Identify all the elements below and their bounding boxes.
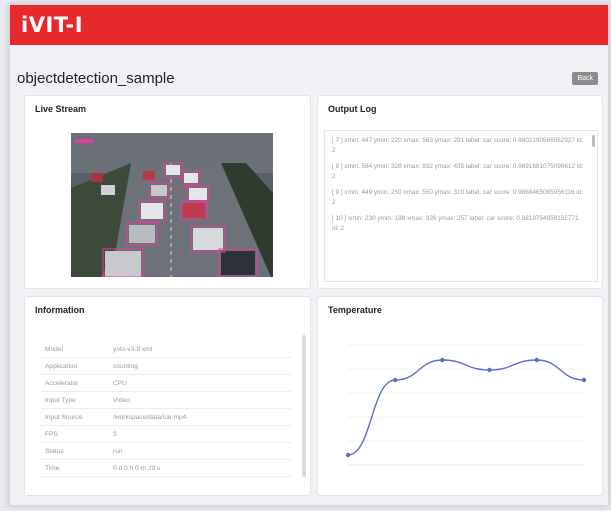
log-entry: [ 9 ] xmin: 449 ymin: 250 xmax: 550 ymax… (332, 189, 584, 206)
back-button[interactable]: Back (572, 71, 598, 85)
info-value: counting (113, 357, 291, 375)
info-value: run (113, 442, 291, 460)
info-value: yolo-v3-tf.xml (113, 341, 291, 358)
info-value: 0 d 0 h 0 m 29 s (113, 459, 291, 477)
log-scrollbar[interactable] (592, 135, 595, 147)
info-row-application: Application counting (41, 357, 291, 375)
output-log-box[interactable]: [ 7 ] xmin: 447 ymin: 220 xmax: 563 ymax… (324, 130, 598, 282)
log-entry: [ 8 ] xmin: 584 ymin: 328 xmax: 832 ymax… (332, 163, 584, 180)
live-stream-title: Live Stream (35, 104, 87, 114)
log-entry: [ 10 ] xmin: 230 ymin: 188 xmax: 326 yma… (332, 215, 579, 232)
information-table: Model yolo-v3-tf.xml Application counting … (41, 341, 291, 477)
traffic-scene (71, 133, 273, 277)
info-key: Input Source (41, 408, 113, 426)
info-row-model: Model yolo-v3-tf.xml (41, 341, 291, 358)
info-key: Model (41, 341, 113, 358)
info-key: Status (41, 442, 113, 460)
chart-data-point (440, 357, 445, 363)
chart-data-point (393, 377, 398, 383)
info-key: FPS (41, 425, 113, 443)
info-key: Time (41, 459, 113, 477)
top-bar: iVIT-I (10, 5, 608, 45)
info-row-fps: FPS 3 (41, 425, 291, 443)
video-feed (71, 133, 273, 277)
information-title: Information (35, 305, 85, 315)
info-value: 3 (113, 425, 291, 443)
temperature-title: Temperature (328, 305, 382, 315)
output-log-title: Output Log (328, 104, 377, 114)
info-row-status: Status run (41, 442, 291, 460)
temperature-card: Temperature (317, 296, 603, 496)
live-stream-card: Live Stream (24, 95, 311, 289)
app-frame: iVIT-I objectdetection_sample Back Live … (9, 4, 609, 506)
log-entry: [ 7 ] xmin: 447 ymin: 220 xmax: 563 ymax… (332, 137, 584, 154)
chart-data-point (534, 357, 539, 363)
info-row-input-source: Input Source/workspace/data/car.mp4 (41, 408, 291, 426)
info-row-input-type: Input Type Video (41, 391, 291, 409)
info-scrollbar[interactable] (302, 335, 306, 477)
page-title: objectdetection_sample (17, 69, 175, 87)
output-log-card: Output Log [ 7 ] xmin: 447 ymin: 220 xma… (317, 95, 603, 289)
information-card: Information Model yolo-v3-tf.xml Applicat… (24, 296, 311, 496)
info-row-accelerator: Accelerator CPU (41, 374, 291, 392)
info-key: Input Type (41, 391, 113, 409)
info-row-time: Time 0 d 0 h 0 m 29 s (41, 459, 291, 477)
info-value: Video (113, 391, 291, 409)
app-logo: iVIT-I (21, 13, 84, 37)
info-key: Accelerator (41, 374, 113, 392)
chart-data-point (581, 377, 587, 383)
temperature-chart (345, 344, 587, 466)
chart-data-point (345, 452, 351, 458)
chart-data-point (487, 367, 492, 373)
title-bar: objectdetection_sample Back (10, 63, 608, 93)
info-key: Application (41, 357, 113, 375)
info-value: CPU (113, 374, 291, 392)
info-value: /workspace/data/car.mp4 (113, 408, 291, 426)
